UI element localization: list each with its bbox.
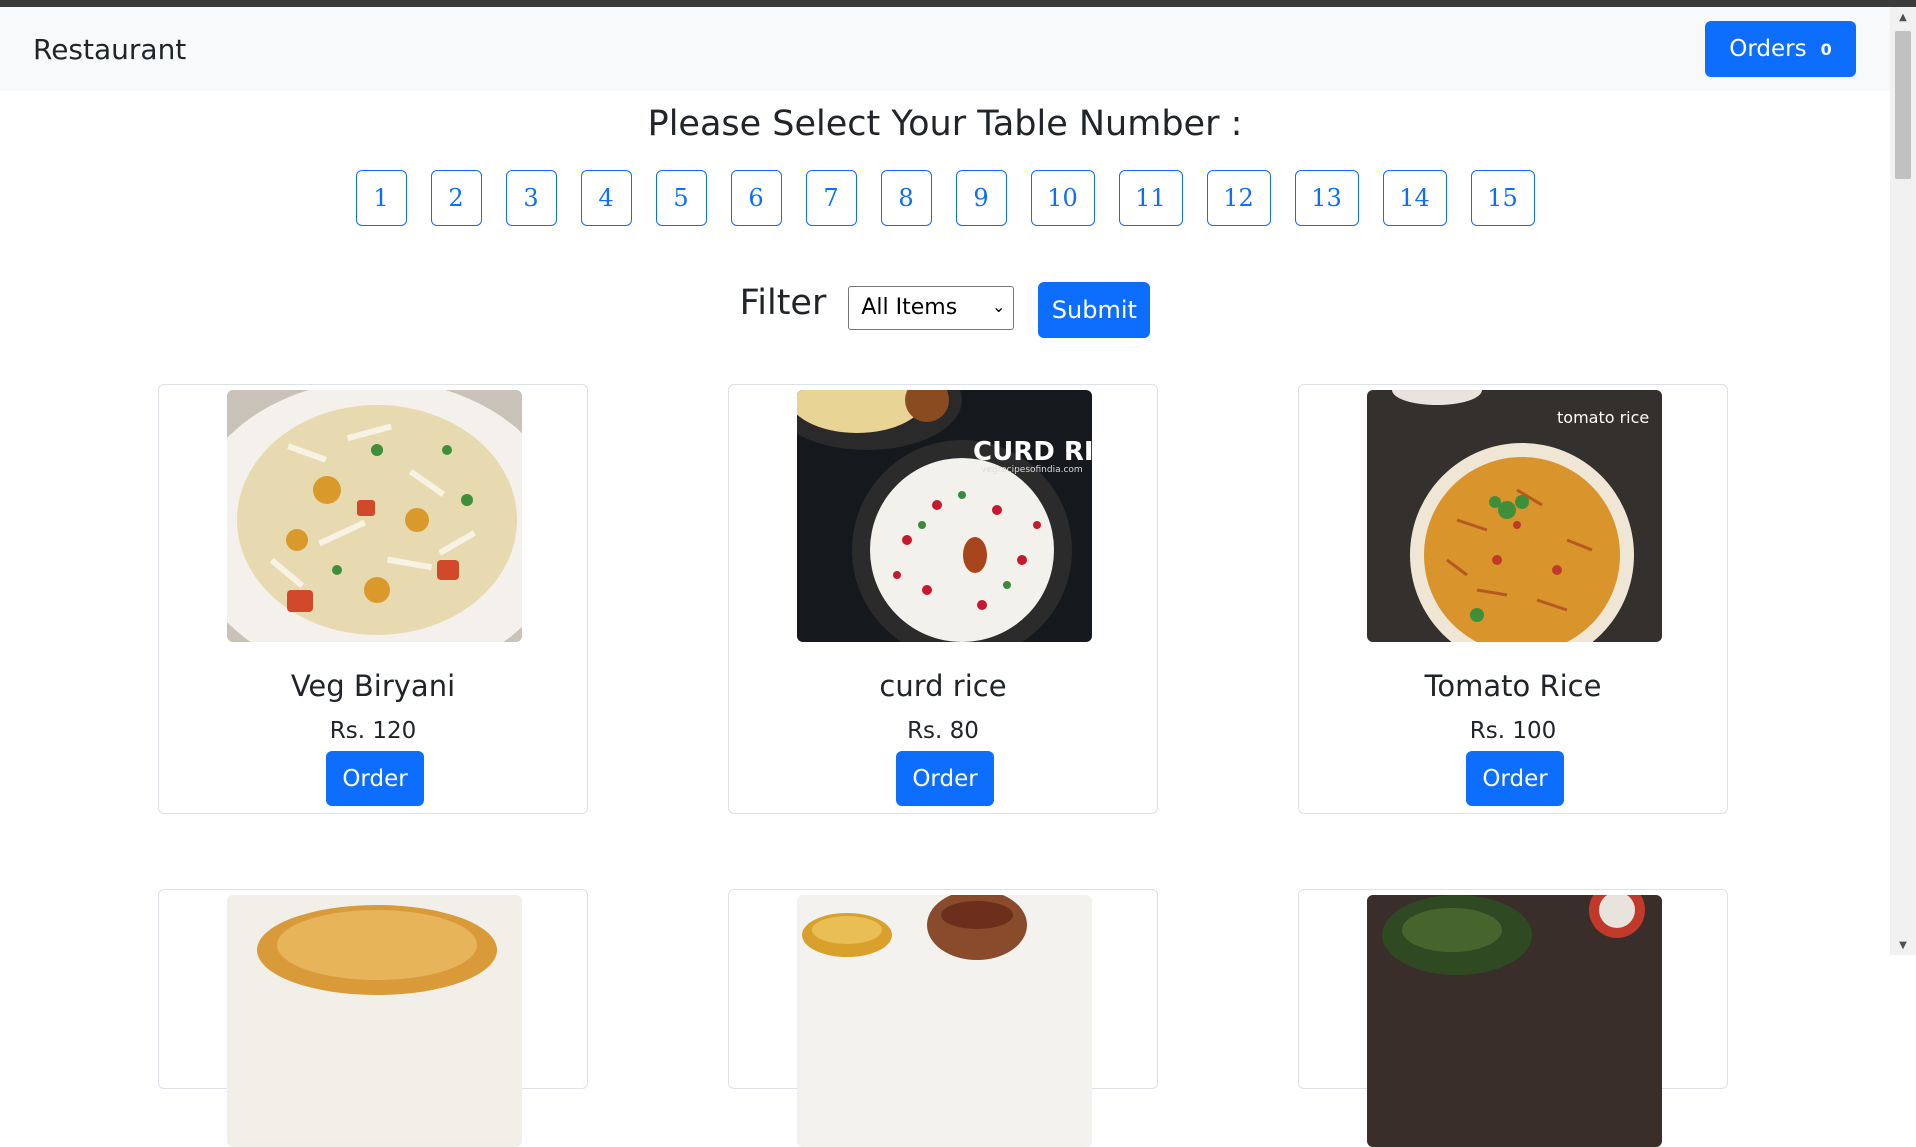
image-caption: tomato rice <box>1557 408 1649 427</box>
menu-item-price: Rs. 80 <box>907 718 979 744</box>
menu-card <box>1298 889 1728 1147</box>
order-button[interactable]: Order <box>326 751 424 806</box>
scroll-down-arrow-icon[interactable]: ▼ <box>1890 935 1916 955</box>
tomato-rice-image: tomato rice <box>1367 390 1662 642</box>
menu-grid: Veg Biryani Rs. 120 Order CURD RI vegrec… <box>0 0 1890 1147</box>
poori-image <box>227 895 522 1147</box>
menu-item-name: Veg Biryani <box>290 669 456 703</box>
scroll-thumb[interactable] <box>1895 31 1911 179</box>
menu-item-price: Rs. 120 <box>329 718 417 744</box>
image-caption: CURD RICE <box>973 437 1092 467</box>
menu-card: tomato rice Tomato Rice Rs. 100 Order <box>1298 384 1728 814</box>
menu-card <box>158 889 588 1147</box>
menu-card <box>728 889 1158 1147</box>
menu-card: Veg Biryani Rs. 120 Order <box>158 384 588 814</box>
order-button[interactable]: Order <box>1466 751 1564 806</box>
image-caption: vegrecipesofindia.com <box>981 465 1083 475</box>
order-button[interactable]: Order <box>896 751 994 806</box>
page-scrollbar[interactable]: ▲ ▼ <box>1890 7 1916 955</box>
veg-biryani-image <box>227 390 522 642</box>
palak-dish-image <box>1367 895 1662 1147</box>
scroll-up-arrow-icon[interactable]: ▲ <box>1890 7 1916 27</box>
menu-item-name: Tomato Rice <box>1424 669 1602 703</box>
curd-rice-image: CURD RICEvegrecipesofindia.com <box>797 390 1092 642</box>
menu-item-price: Rs. 100 <box>1469 718 1557 744</box>
curry-tea-image <box>797 895 1092 1147</box>
menu-card: CURD RICEvegrecipesofindia.com curd rice… <box>728 384 1158 814</box>
menu-item-name: curd rice <box>879 669 1007 703</box>
